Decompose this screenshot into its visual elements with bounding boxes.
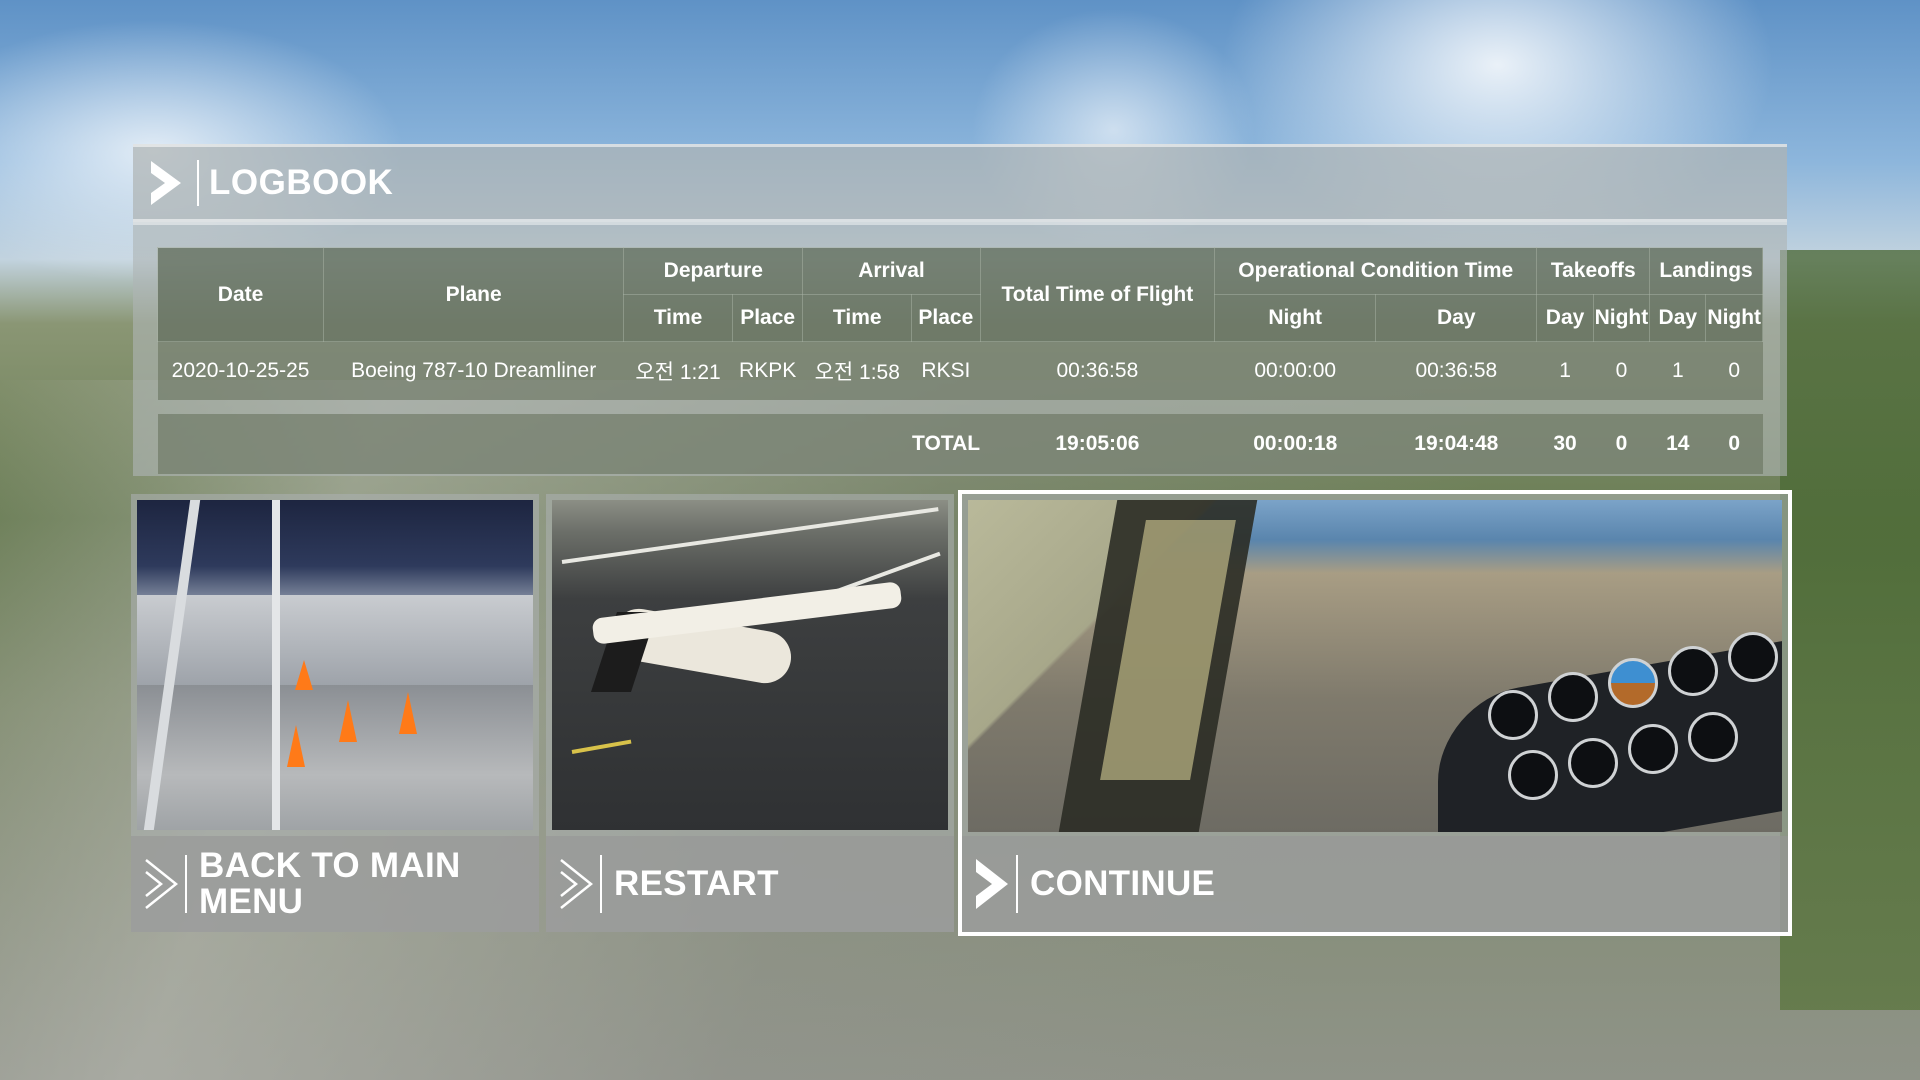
col-header-op-night: Night <box>1214 294 1377 342</box>
col-header-total-time: Total Time of Flight <box>979 247 1216 342</box>
cell-arrival-time: 오전 1:58 <box>802 341 912 400</box>
cell-total-time: 00:36:58 <box>980 341 1215 400</box>
cell-op-night: 00:00:00 <box>1214 341 1376 400</box>
tarmac-thumbnail <box>552 500 948 830</box>
logbook-header: LOGBOOK <box>133 144 1787 222</box>
chevron-right-icon <box>149 155 193 211</box>
total-takeoffs-night: 0 <box>1593 414 1650 474</box>
row-gap <box>158 400 1763 414</box>
total-row: TOTAL 19:05:06 00:00:18 19:04:48 30 0 14… <box>157 414 1763 474</box>
total-time: 19:05:06 <box>980 414 1215 474</box>
back-to-main-menu-button[interactable]: BACK TO MAIN MENU <box>131 494 539 932</box>
back-divider <box>185 855 187 913</box>
col-header-op-day: Day <box>1375 294 1538 342</box>
continue-label: CONTINUE <box>1030 864 1216 903</box>
col-header-departure-place: Place <box>731 294 804 342</box>
page-title: LOGBOOK <box>209 163 394 202</box>
restart-button[interactable]: RESTART <box>546 494 954 932</box>
total-op-day: 19:04:48 <box>1375 414 1537 474</box>
col-header-date: Date <box>156 247 325 342</box>
col-header-departure-time: Time <box>623 294 733 342</box>
col-header-arrival-time: Time <box>802 294 913 342</box>
col-header-landings-night: Night <box>1705 294 1763 342</box>
cell-landings-day: 1 <box>1649 341 1706 400</box>
cell-departure-place: RKPK <box>732 341 803 400</box>
cell-date: 2020-10-25-25 <box>157 341 324 400</box>
col-header-arrival-place: Place <box>911 294 981 342</box>
cockpit-thumbnail <box>968 500 1782 832</box>
cell-departure-time: 오전 1:21 <box>623 341 733 400</box>
cell-arrival-place: RKSI <box>911 341 981 400</box>
back-label-line1: BACK TO MAIN <box>199 846 461 885</box>
chevron-right-icon <box>974 856 1014 912</box>
continue-label-bar: CONTINUE <box>962 836 1788 932</box>
back-label: BACK TO MAIN MENU <box>199 848 461 920</box>
col-header-landings-day: Day <box>1649 294 1707 342</box>
logbook-table: Date Plane Departure Arrival Total Time … <box>156 247 1763 474</box>
cell-plane: Boeing 787-10 Dreamliner <box>323 341 624 400</box>
col-header-operational-condition-time: Operational Condition Time <box>1214 247 1538 295</box>
back-label-bar: BACK TO MAIN MENU <box>131 836 539 932</box>
chevron-right-outline-icon <box>558 856 598 912</box>
hangar-thumbnail <box>137 500 533 830</box>
col-header-takeoffs-day: Day <box>1536 294 1594 342</box>
cell-takeoffs-night: 0 <box>1593 341 1650 400</box>
restart-label-bar: RESTART <box>546 836 954 932</box>
continue-divider <box>1016 855 1018 913</box>
col-header-plane: Plane <box>323 247 625 342</box>
total-landings-night: 0 <box>1705 414 1763 474</box>
cell-takeoffs-day: 1 <box>1536 341 1594 400</box>
total-label: TOTAL <box>157 414 981 474</box>
cell-op-day: 00:36:58 <box>1375 341 1537 400</box>
col-header-landings: Landings <box>1649 247 1763 295</box>
total-takeoffs-day: 30 <box>1536 414 1594 474</box>
restart-divider <box>600 855 602 913</box>
table-row: 2020-10-25-25 Boeing 787-10 Dreamliner 오… <box>157 341 1763 400</box>
restart-label: RESTART <box>614 864 779 903</box>
total-op-night: 00:00:18 <box>1214 414 1376 474</box>
logbook-table-panel: Date Plane Departure Arrival Total Time … <box>133 222 1787 476</box>
col-header-arrival: Arrival <box>802 247 981 295</box>
background-grass <box>1780 250 1920 1010</box>
chevron-right-outline-icon <box>143 856 183 912</box>
continue-button[interactable]: CONTINUE <box>958 490 1792 936</box>
header-divider <box>197 160 199 206</box>
col-header-takeoffs-night: Night <box>1592 294 1651 342</box>
back-label-line2: MENU <box>199 882 304 921</box>
col-header-departure: Departure <box>623 247 804 295</box>
total-landings-day: 14 <box>1649 414 1706 474</box>
col-header-takeoffs: Takeoffs <box>1536 247 1651 295</box>
cell-landings-night: 0 <box>1705 341 1763 400</box>
